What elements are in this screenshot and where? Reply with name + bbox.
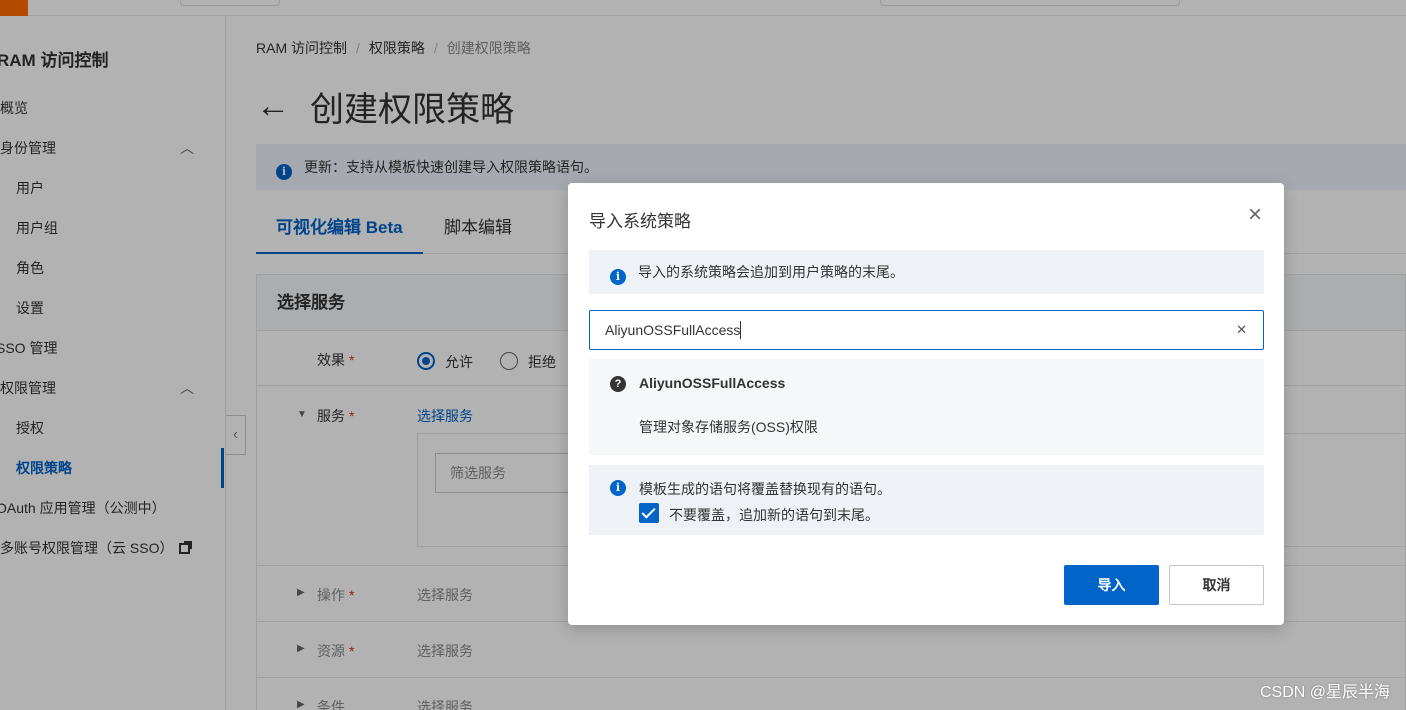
search-result-item[interactable]: ? AliyunOSSFullAccess 管理对象存储服务(OSS)权限 — [589, 359, 1264, 455]
cancel-button[interactable]: 取消 — [1169, 565, 1264, 605]
help-icon: ? — [610, 376, 626, 392]
search-value: AliyunOSSFullAccess — [605, 322, 741, 338]
info-icon: i — [610, 480, 626, 496]
clear-icon[interactable]: ✕ — [1236, 311, 1247, 349]
dialog-title: 导入系统策略 — [589, 212, 691, 231]
import-button[interactable]: 导入 — [1064, 565, 1159, 605]
append-checkbox-label[interactable]: 不要覆盖，追加新的语句到末尾。 — [669, 505, 879, 525]
result-policy-name: AliyunOSSFullAccess — [639, 375, 786, 391]
close-icon[interactable]: × — [1248, 203, 1262, 227]
overwrite-warning: i 模板生成的语句将覆盖替换现有的语句。 不要覆盖，追加新的语句到末尾。 — [589, 465, 1264, 535]
append-checkbox[interactable] — [639, 503, 659, 523]
dialog-info-message: i 导入的系统策略会追加到用户策略的末尾。 — [589, 250, 1264, 294]
policy-search-input[interactable]: AliyunOSSFullAccess ✕ — [589, 310, 1264, 350]
import-system-policy-dialog: 导入系统策略 × i 导入的系统策略会追加到用户策略的末尾。 AliyunOSSF… — [568, 183, 1284, 625]
warning-text: 模板生成的语句将覆盖替换现有的语句。 — [639, 481, 891, 497]
result-policy-description: 管理对象存储服务(OSS)权限 — [639, 419, 818, 435]
dialog-info-text: 导入的系统策略会追加到用户策略的末尾。 — [638, 264, 904, 280]
watermark: CSDN @星辰半海 — [1259, 684, 1390, 701]
info-icon: i — [610, 269, 626, 285]
text-cursor — [740, 321, 742, 339]
